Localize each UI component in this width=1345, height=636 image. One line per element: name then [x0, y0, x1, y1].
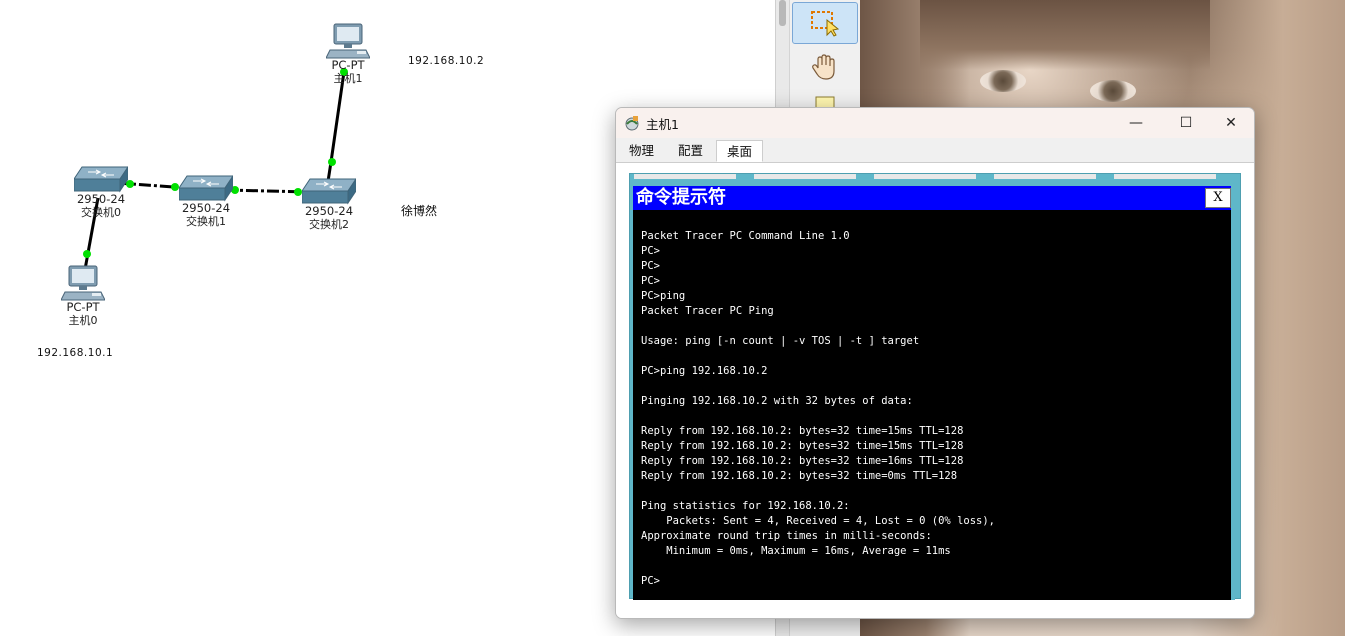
device-name: 交换机2: [309, 218, 349, 231]
command-output-line: Reply from 192.168.10.2: bytes=32 time=0…: [641, 470, 958, 482]
device-pc0[interactable]: PC-PT 主机0: [53, 264, 113, 327]
wallpaper-eye: [1090, 80, 1136, 102]
port-led: [328, 158, 336, 166]
command-output-line: [641, 409, 1231, 424]
command-output-line: [641, 379, 1231, 394]
note-author[interactable]: 徐博然: [401, 202, 437, 219]
packet-tracer-icon: [625, 116, 639, 131]
device-model: 2950-24: [181, 201, 231, 215]
close-icon: ✕: [1225, 115, 1237, 131]
port-led: [83, 250, 91, 258]
hand-tool-button[interactable]: [792, 46, 858, 88]
switch-icon: [74, 166, 128, 193]
device-name: 交换机1: [186, 215, 226, 228]
note-pc1-ip[interactable]: 192.168.10.2: [408, 55, 484, 67]
window-tabs: 物理 配置 桌面: [616, 138, 1254, 163]
wallpaper-eye: [980, 70, 1026, 92]
command-output-line: [641, 319, 1231, 334]
command-prompt-titlebar: 命令提示符 X: [633, 186, 1235, 210]
command-output-line: PC>ping: [641, 290, 686, 302]
command-output-line: Packet Tracer PC Command Line 1.0: [641, 230, 850, 242]
select-tool-button[interactable]: [792, 2, 858, 44]
command-output-line: Packets: Sent = 4, Received = 4, Lost = …: [641, 515, 996, 527]
window-titlebar[interactable]: 主机1 — ☐ ✕: [616, 108, 1254, 138]
command-output-line: Approximate round trip times in milli-se…: [641, 530, 932, 542]
device-name: 主机0: [68, 314, 98, 327]
minimize-button[interactable]: —: [1113, 108, 1159, 138]
tab-config[interactable]: 配置: [668, 140, 713, 162]
command-prompt-close-button[interactable]: X: [1205, 188, 1231, 208]
command-output-line: Reply from 192.168.10.2: bytes=32 time=1…: [641, 455, 964, 467]
command-output-line: [641, 559, 1231, 574]
command-output-line: PC>: [641, 275, 660, 287]
link-pc1-sw2[interactable]: [329, 71, 346, 163]
command-output-line: Packet Tracer PC Ping: [641, 305, 774, 317]
command-output-line: Reply from 192.168.10.2: bytes=32 time=1…: [641, 425, 964, 437]
desktop-app-strip: [634, 174, 1234, 179]
command-output-line: PC>ping 192.168.10.2: [641, 365, 768, 377]
pc-icon: [326, 23, 370, 59]
tab-physical[interactable]: 物理: [619, 140, 664, 162]
maximize-icon: ☐: [1179, 115, 1193, 131]
device-sw2[interactable]: 2950-24 交换机2: [296, 178, 362, 231]
screen: PC-PT 主机1 2950-24 交换机0 2950-24 交换机1 2950…: [0, 0, 1345, 636]
command-output-line: Minimum = 0ms, Maximum = 16ms, Average =…: [641, 545, 951, 557]
device-pc1[interactable]: PC-PT 主机1: [318, 22, 378, 85]
command-output-line: [641, 349, 1231, 364]
scrollbar-thumb[interactable]: [779, 0, 786, 26]
select-tool-icon: [811, 11, 840, 37]
device-name: 交换机0: [81, 206, 121, 219]
device-model: PC-PT: [331, 58, 365, 72]
command-output-line: Ping statistics for 192.168.10.2:: [641, 500, 850, 512]
hand-tool-icon: [812, 54, 835, 80]
device-model: PC-PT: [66, 300, 100, 314]
command-output-line: PC>: [641, 260, 660, 272]
command-output-line: PC>: [641, 575, 660, 587]
switch-icon: [302, 178, 356, 205]
command-output-line: PC>: [641, 245, 660, 257]
close-button[interactable]: ✕: [1208, 108, 1254, 138]
command-prompt-title: 命令提示符: [636, 187, 726, 208]
window-title: 主机1: [646, 117, 679, 132]
desktop-tab-content: 命令提示符 X Packet Tracer PC Command Line 1.…: [616, 163, 1254, 618]
note-pc0-ip[interactable]: 192.168.10.1: [37, 347, 113, 359]
device-name: 主机1: [333, 72, 363, 85]
device-sw0[interactable]: 2950-24 交换机0: [68, 166, 134, 219]
device-model: 2950-24: [76, 192, 126, 206]
device-model: 2950-24: [304, 204, 354, 218]
tab-desktop[interactable]: 桌面: [716, 140, 764, 162]
command-prompt[interactable]: 命令提示符 X Packet Tracer PC Command Line 1.…: [633, 186, 1235, 600]
command-output-line: Usage: ping [-n count | -v TOS | -t ] ta…: [641, 335, 920, 347]
minimize-icon: —: [1129, 115, 1143, 131]
command-output-line: [641, 484, 1231, 499]
command-output-line: Pinging 192.168.10.2 with 32 bytes of da…: [641, 395, 913, 407]
command-output-line: Reply from 192.168.10.2: bytes=32 time=1…: [641, 440, 964, 452]
device-sw1[interactable]: 2950-24 交换机1: [173, 175, 239, 228]
switch-icon: [179, 175, 233, 202]
pc-icon: [61, 265, 105, 301]
command-output[interactable]: Packet Tracer PC Command Line 1.0 PC> PC> P…: [641, 229, 1231, 597]
maximize-button[interactable]: ☐: [1163, 108, 1209, 138]
pc-window: 主机1 — ☐ ✕ 物理 配置 桌面 命令提示符 X Packet Tracer…: [615, 107, 1255, 619]
